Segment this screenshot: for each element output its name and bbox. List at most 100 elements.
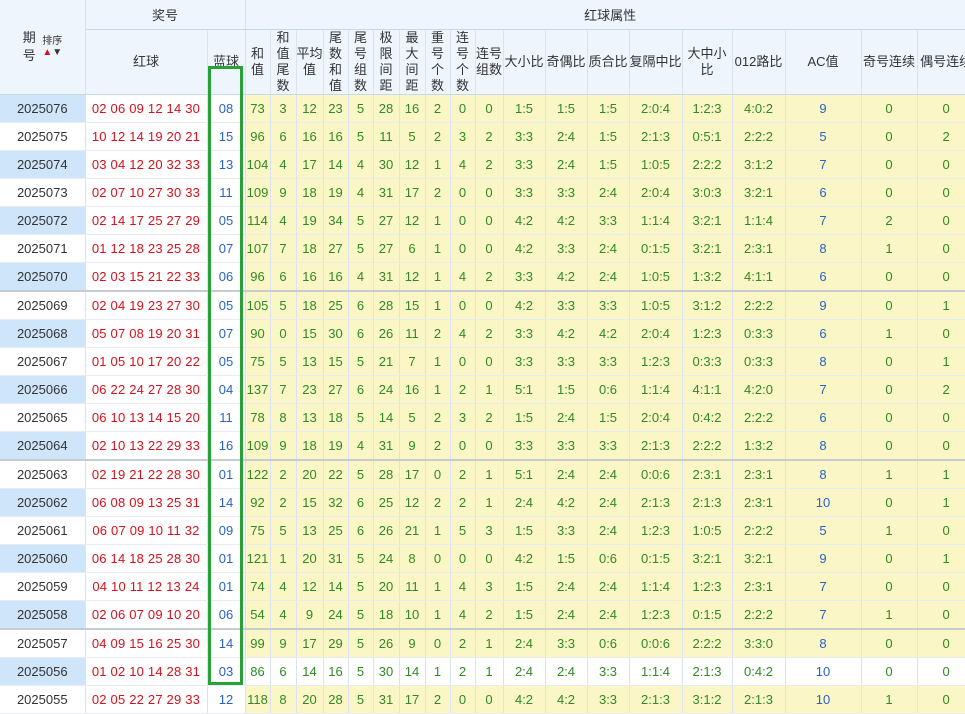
attr-value: 0 [861,431,918,461]
attr-value: 27 [373,206,400,235]
attr-value: 3:3 [545,629,588,658]
attr-value: 4:2 [545,488,588,517]
attr-value: 0 [475,347,504,376]
attr-value: 7 [785,600,862,630]
attr-value: 1 [425,150,451,179]
attr-value: 1:2:3 [682,572,733,601]
attr-value: 16 [323,262,349,292]
attr-value: 9 [270,431,297,461]
attr-value: 1 [425,572,451,601]
attr-value: 9 [785,94,862,123]
attr-value: 23 [296,375,324,404]
attr-value: 0:3:3 [732,347,786,376]
attr-value: 1:1:4 [629,375,683,404]
attr-value: 1:2:3 [682,319,733,348]
issue-header[interactable]: 期号 排序 ▲▼ [0,0,86,95]
attr-value: 118 [245,685,271,714]
attr-value: 0 [450,291,476,320]
attr-value: 20 [373,572,400,601]
attr-value: 3:3 [587,685,630,714]
attr-value: 30 [323,319,349,348]
attr-value: 0 [450,685,476,714]
issue-number: 2025056 [0,657,86,686]
issue-number: 2025075 [0,122,86,151]
attr-value: 7 [270,375,297,404]
attr-value: 8 [785,347,862,376]
blue-ball: 14 [207,488,246,517]
sort-control[interactable]: 排序 ▲▼ [42,36,62,58]
attr-value: 1 [270,544,297,573]
attr-value: 1 [861,516,918,545]
issue-number: 2025062 [0,488,86,517]
attr-value: 3:2:1 [732,544,786,573]
attr-value: 2:3:1 [732,460,786,489]
attr-value: 5 [270,347,297,376]
red-ball-header: 红球 [85,29,208,95]
attr-value: 0 [917,150,965,179]
red-balls: 02 19 21 22 28 30 [85,460,208,489]
attr-value: 34 [323,206,349,235]
attr-value: 4:1:1 [682,375,733,404]
issue-number: 2025074 [0,150,86,179]
blue-ball: 06 [207,262,246,292]
attr-column-header: 大中小比 [682,29,733,95]
draw-row: 2025065 06 10 13 14 15 20 11 78 8 13 18 5 14 5 2 3 2… [0,403,965,432]
attr-value: 0 [917,262,965,292]
attr-value: 1 [475,657,504,686]
attr-value: 28 [373,291,400,320]
attr-value: 28 [373,94,400,123]
attr-value: 1 [475,488,504,517]
attr-column-header: AC值 [785,29,862,95]
attr-value: 2:4 [587,460,630,489]
attr-value: 1 [425,657,451,686]
attr-value: 3:1:2 [682,685,733,714]
attr-value: 7 [785,375,862,404]
attr-value: 2:2:2 [682,629,733,658]
issue-number: 2025055 [0,685,86,714]
attr-value: 2 [425,403,451,432]
attr-value: 6 [785,178,862,207]
attr-column-header: 012路比 [732,29,786,95]
issue-number: 2025063 [0,460,86,489]
attr-value: 2:0:4 [629,403,683,432]
attr-value: 5 [348,600,374,630]
attr-value: 0 [861,629,918,658]
attr-value: 0:5:1 [682,122,733,151]
attr-value: 6 [785,262,862,292]
attr-value: 2 [450,488,476,517]
attr-value: 3:3:0 [732,629,786,658]
draw-row: 2025073 02 07 10 27 30 33 11 109 9 18 19 4 31 17 2… [0,178,965,207]
attr-value: 0:6 [587,629,630,658]
attr-value: 0 [475,431,504,461]
attr-value: 2:2:2 [732,403,786,432]
attr-value: 4:2 [545,685,588,714]
attr-value: 2:1:3 [629,685,683,714]
blue-ball: 04 [207,375,246,404]
red-balls: 06 08 09 13 25 31 [85,488,208,517]
attr-value: 0 [917,234,965,263]
attr-value: 3:3 [545,178,588,207]
attr-value: 0 [475,291,504,320]
attr-value: 107 [245,234,271,263]
attr-value: 6 [785,403,862,432]
blue-ball: 05 [207,291,246,320]
attr-value: 18 [296,234,324,263]
attr-value: 3:3 [587,431,630,461]
attr-value: 4 [270,150,297,179]
attr-value: 9 [785,544,862,573]
attr-value: 0 [861,291,918,320]
attr-column-header: 奇号连续 [861,29,918,95]
attr-value: 0 [917,629,965,658]
attr-value: 1 [917,544,965,573]
attr-value: 75 [245,347,271,376]
attr-value: 99 [245,629,271,658]
attr-value: 3 [450,122,476,151]
attr-value: 2:4 [545,150,588,179]
attr-value: 13 [296,516,324,545]
attr-value: 2:4 [587,600,630,630]
issue-number: 2025068 [0,319,86,348]
attr-value: 2:2:2 [732,291,786,320]
attr-value: 8 [399,544,426,573]
attr-value: 12 [399,206,426,235]
attr-value: 0:3:3 [682,347,733,376]
